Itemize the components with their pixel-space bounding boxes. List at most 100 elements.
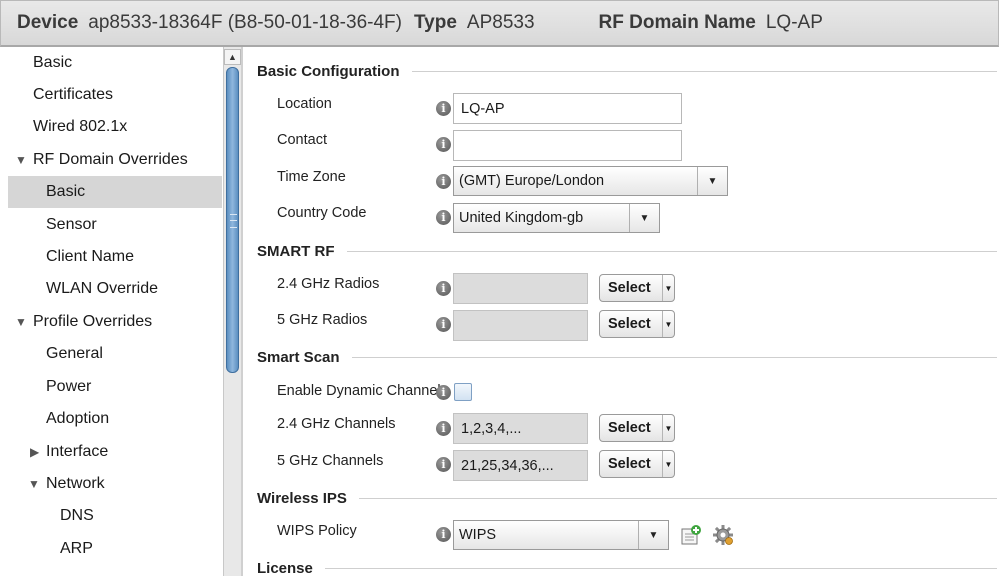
info-icon[interactable]: i [436, 421, 451, 436]
sidebar-item-network[interactable]: ▼ Network [8, 468, 222, 500]
wips-policy-dropdown[interactable]: WIPS ▼ [453, 520, 669, 550]
sidebar-item-rf-basic[interactable]: Basic [8, 176, 222, 208]
sidebar-item-profile-overrides[interactable]: ▼ Profile Overrides [8, 306, 222, 338]
channels-24ghz-field[interactable]: 1,2,3,4,... [453, 413, 588, 444]
timezone-label: Time Zone [277, 169, 346, 185]
sidebar-item-sensor[interactable]: Sensor [8, 209, 222, 241]
sidebar-item-power[interactable]: Power [8, 371, 222, 403]
radios-5ghz-field[interactable] [453, 310, 588, 341]
radios-5ghz-select-button[interactable]: Select ▼ [599, 310, 675, 338]
channels-5ghz-label: 5 GHz Channels [277, 453, 384, 469]
section-divider [324, 568, 997, 569]
sidebar-item-label: WLAN Override [46, 280, 159, 297]
main-panel: Basic Configuration Location i LQ-AP Con… [243, 47, 999, 577]
expand-down-icon[interactable]: ▼ [15, 315, 29, 329]
type-value: AP8533 [466, 12, 535, 33]
chevron-down-icon[interactable]: ▼ [629, 204, 659, 232]
sidebar-scrollbar[interactable]: ▲ [223, 47, 241, 576]
wips-policy-label: WIPS Policy [277, 523, 357, 539]
sidebar-item-label: RF Domain Overrides [33, 151, 188, 168]
info-icon[interactable]: i [436, 317, 451, 332]
sidebar-item-arp[interactable]: ARP [8, 533, 222, 565]
dynamic-channel-checkbox[interactable] [454, 383, 472, 401]
sidebar-item-label: Interface [46, 443, 109, 460]
sidebar-item-label: General [46, 345, 103, 362]
sidebar-item-label: ARP [60, 540, 93, 557]
radios-24ghz-select-button[interactable]: Select ▼ [599, 274, 675, 302]
device-label: Device [17, 12, 79, 33]
device-header: Device ap8533-18364F (B8-50-01-18-36-4F)… [0, 0, 999, 47]
info-icon[interactable]: i [436, 385, 451, 400]
info-icon[interactable]: i [436, 137, 451, 152]
radios-5ghz-label: 5 GHz Radios [277, 312, 368, 328]
type-label: Type [413, 12, 457, 33]
sidebar-item-label: Basic [33, 54, 73, 71]
sidebar-item-wlan-override[interactable]: WLAN Override [8, 273, 222, 305]
sidebar-item-label: Adoption [46, 410, 110, 427]
chevron-down-icon: ▼ [662, 451, 674, 477]
section-divider [411, 71, 997, 72]
sidebar-item-label: Profile Overrides [33, 313, 153, 330]
section-title: Wireless IPS [257, 490, 347, 507]
gear-icon[interactable] [712, 524, 734, 546]
section-title: Smart Scan [257, 349, 340, 366]
add-policy-icon[interactable] [680, 524, 702, 546]
section-title: License [257, 560, 313, 577]
chevron-down-icon: ▼ [662, 415, 674, 441]
location-input[interactable]: LQ-AP [453, 93, 682, 124]
info-icon[interactable]: i [436, 174, 451, 189]
chevron-down-icon[interactable]: ▼ [638, 521, 668, 549]
select-label: Select [608, 316, 651, 332]
chevron-down-icon[interactable]: ▼ [697, 167, 727, 195]
sidebar: Basic Certificates Wired 802.1x ▼ RF Dom… [8, 47, 222, 576]
section-basic-configuration: Basic Configuration [257, 63, 997, 80]
sidebar-item-label: Client Name [46, 248, 135, 265]
channels-24ghz-label: 2.4 GHz Channels [277, 416, 396, 432]
sidebar-item-label: Power [46, 378, 92, 395]
sidebar-item-certificates[interactable]: Certificates [8, 79, 222, 111]
expand-down-icon[interactable]: ▼ [28, 477, 42, 491]
section-wireless-ips: Wireless IPS [257, 490, 997, 507]
info-icon[interactable]: i [436, 457, 451, 472]
sidebar-item-adoption[interactable]: Adoption [8, 403, 222, 435]
sidebar-item-client-name[interactable]: Client Name [8, 241, 222, 273]
country-code-label: Country Code [277, 205, 367, 221]
sidebar-item-wired-8021x[interactable]: Wired 802.1x [8, 111, 222, 143]
dynamic-channel-label: Enable Dynamic Channel [277, 383, 441, 399]
contact-label: Contact [277, 132, 327, 148]
info-icon[interactable]: i [436, 527, 451, 542]
info-icon[interactable]: i [436, 281, 451, 296]
section-title: Basic Configuration [257, 63, 400, 80]
section-smart-rf: SMART RF [257, 243, 997, 260]
channels-5ghz-select-button[interactable]: Select ▼ [599, 450, 675, 478]
select-label: Select [608, 420, 651, 436]
chevron-down-icon: ▼ [662, 275, 674, 301]
sidebar-item-interface[interactable]: ▶ Interface [8, 436, 222, 468]
section-title: SMART RF [257, 243, 335, 260]
radios-24ghz-label: 2.4 GHz Radios [277, 276, 380, 292]
sidebar-item-label: Network [46, 475, 105, 492]
scroll-up-arrow-icon[interactable]: ▲ [224, 49, 241, 65]
channels-5ghz-field[interactable]: 21,25,34,36,... [453, 450, 588, 481]
scroll-grip-icon [230, 214, 237, 228]
info-icon[interactable]: i [436, 101, 451, 116]
sidebar-item-rf-domain-overrides[interactable]: ▼ RF Domain Overrides [8, 144, 222, 176]
scroll-thumb[interactable] [226, 67, 239, 373]
contact-input[interactable] [453, 130, 682, 161]
wips-policy-value: WIPS [459, 527, 497, 543]
sidebar-item-basic[interactable]: Basic [8, 47, 222, 79]
country-code-dropdown[interactable]: United Kingdom-gb ▼ [453, 203, 660, 233]
timezone-dropdown[interactable]: (GMT) Europe/London ▼ [453, 166, 728, 196]
rf-domain-label: RF Domain Name [598, 12, 756, 33]
channels-24ghz-select-button[interactable]: Select ▼ [599, 414, 675, 442]
expand-down-icon[interactable]: ▼ [15, 153, 29, 167]
section-smart-scan: Smart Scan [257, 349, 997, 366]
chevron-down-icon: ▼ [662, 311, 674, 337]
expand-right-icon[interactable]: ▶ [30, 445, 44, 459]
radios-24ghz-field[interactable] [453, 273, 588, 304]
sidebar-item-label: Sensor [46, 216, 97, 233]
sidebar-item-dns[interactable]: DNS [8, 500, 222, 532]
sidebar-item-general[interactable]: General [8, 338, 222, 370]
sidebar-item-label: DNS [60, 507, 94, 524]
info-icon[interactable]: i [436, 210, 451, 225]
